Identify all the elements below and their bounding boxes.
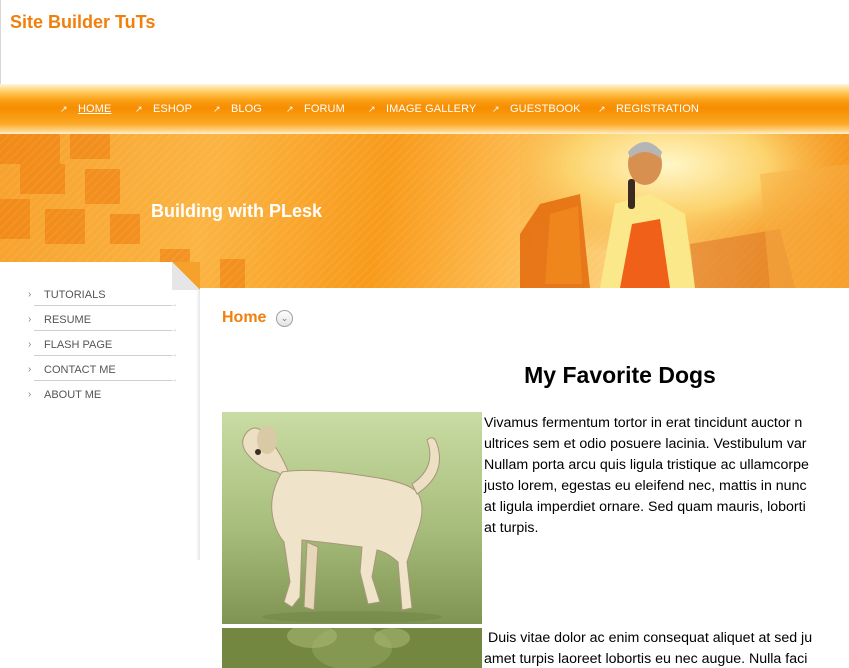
divider <box>34 355 172 356</box>
arrow-icon: ↗ <box>286 104 294 114</box>
nav-item-registration[interactable]: ↗ REGISTRATION <box>598 103 699 115</box>
chevron-right-icon: › <box>28 389 32 400</box>
sidebar-item-about-me[interactable]: › ABOUT ME <box>28 388 178 413</box>
sidebar-menu: › TUTORIALS → › RESUME → › FLASH PAGE → … <box>28 288 178 413</box>
arrow-right-icon: → <box>168 374 178 385</box>
man-with-laptop-photo <box>520 134 849 288</box>
arrow-icon: ↗ <box>213 104 221 114</box>
nav-item-guestbook[interactable]: ↗ GUESTBOOK <box>492 103 581 115</box>
main-content: My Favorite Dogs Vivamus fermentum torto… <box>222 340 849 668</box>
sidebar-item-tutorials[interactable]: › TUTORIALS → <box>28 288 178 313</box>
nav-item-home[interactable]: ↗ HOME <box>60 103 111 115</box>
sidebar-item-flash-page[interactable]: › FLASH PAGE → <box>28 338 178 363</box>
site-title[interactable]: Site Builder TuTs <box>10 12 155 33</box>
sidebar-edge <box>196 290 200 560</box>
article-paragraph-2: Duis vitae dolor ac enim consequat aliqu… <box>484 630 813 667</box>
dog-photo-2 <box>222 628 482 668</box>
nav-item-forum[interactable]: ↗ FORUM <box>286 103 345 115</box>
arrow-icon: ↗ <box>60 104 68 114</box>
divider <box>34 305 172 306</box>
divider <box>34 330 172 331</box>
sidebar-item-contact-me[interactable]: › CONTACT ME → <box>28 363 178 388</box>
arrow-right-icon: → <box>168 349 178 360</box>
breadcrumb-home[interactable]: Home <box>222 309 266 326</box>
arrow-icon: ↗ <box>492 104 500 114</box>
sidebar: › TUTORIALS → › RESUME → › FLASH PAGE → … <box>0 262 200 668</box>
site-header: Site Builder TuTs <box>0 0 849 84</box>
article-title: My Favorite Dogs <box>524 362 716 388</box>
page-fold <box>172 262 200 290</box>
chevron-right-icon: › <box>28 289 32 300</box>
arrow-right-icon: → <box>168 324 178 335</box>
chevron-down-icon[interactable]: ⌄ <box>276 310 293 327</box>
nav-item-eshop[interactable]: ↗ ESHOP <box>135 103 192 115</box>
nav-item-image-gallery[interactable]: ↗ IMAGE GALLERY <box>368 103 476 115</box>
divider <box>34 380 172 381</box>
arrow-icon: ↗ <box>598 104 606 114</box>
dog-photo <box>222 412 482 624</box>
chevron-right-icon: › <box>28 314 32 325</box>
banner-title: Building with PLesk <box>151 201 323 221</box>
breadcrumb: Home ⌄ <box>222 309 293 329</box>
article-paragraph-1: Vivamus fermentum tortor in erat tincidu… <box>484 415 809 536</box>
top-navigation: ↗ HOME ↗ ESHOP ↗ BLOG ↗ FORUM ↗ IMAGE GALLERY… <box>0 84 849 134</box>
arrow-icon: ↗ <box>368 104 376 114</box>
sidebar-item-resume[interactable]: › RESUME → <box>28 313 178 338</box>
chevron-right-icon: › <box>28 364 32 375</box>
nav-item-blog[interactable]: ↗ BLOG <box>213 103 262 115</box>
arrow-icon: ↗ <box>135 104 143 114</box>
chevron-right-icon: › <box>28 339 32 350</box>
arrow-right-icon: → <box>168 299 178 310</box>
